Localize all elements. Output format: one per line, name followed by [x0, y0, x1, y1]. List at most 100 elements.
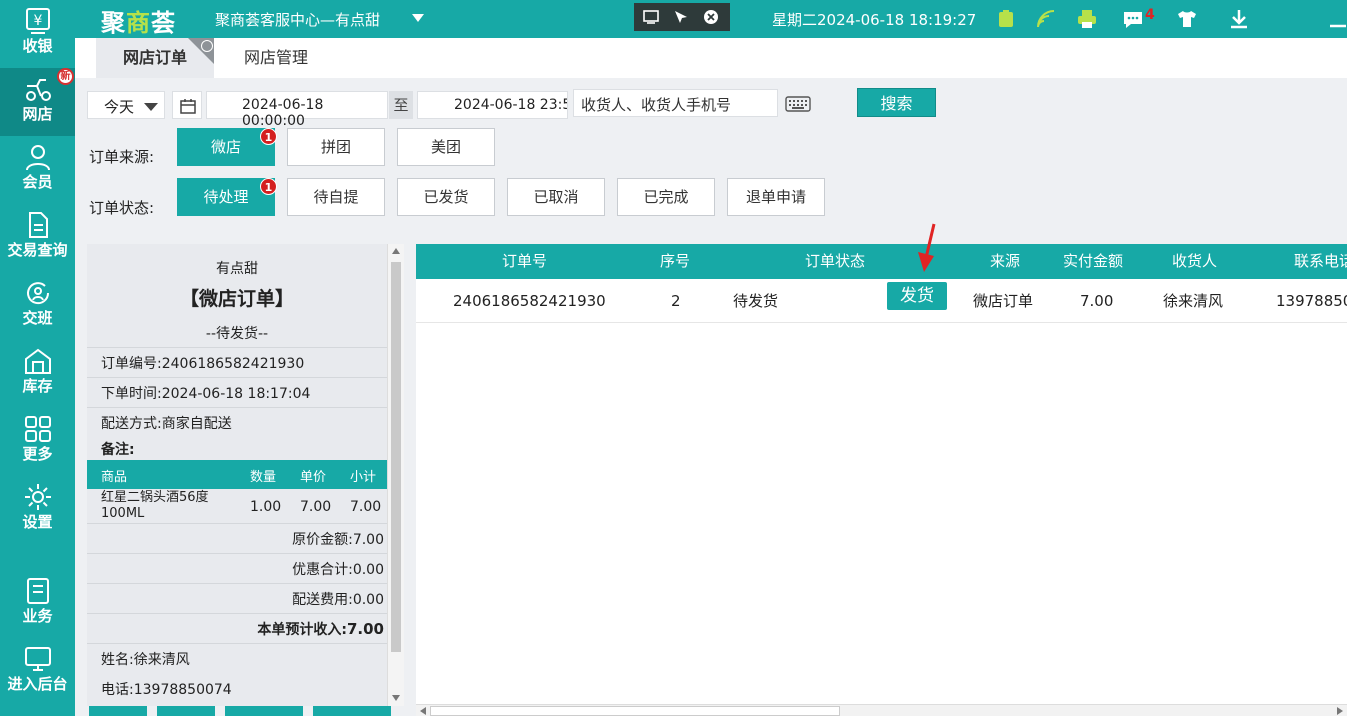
sidebar-item-cashier[interactable]: ¥ 收银	[0, 0, 75, 68]
svg-text:¥: ¥	[33, 13, 42, 29]
sidebar-item-inventory[interactable]: 库存	[0, 340, 75, 408]
order-table: 订单号 序号 订单状态 来源 实付金额 收货人 联系电话 24061865824…	[416, 244, 1347, 706]
action-button[interactable]	[89, 706, 147, 716]
source-weidian-button[interactable]: 微店 1	[177, 128, 277, 166]
col-status: 订单状态	[805, 252, 866, 270]
date-range-select[interactable]: 今天	[87, 91, 165, 119]
scroll-thumb[interactable]	[391, 262, 401, 652]
battery-icon[interactable]	[995, 8, 1017, 30]
search-button[interactable]: 搜索	[857, 88, 936, 117]
screen-icon[interactable]	[642, 8, 660, 26]
source-pintuan-button[interactable]: 拼团	[287, 128, 385, 166]
action-button[interactable]	[313, 706, 391, 716]
action-button[interactable]	[157, 706, 215, 716]
col-item: 商品	[101, 470, 128, 485]
status-pending-button[interactable]: 待处理 1	[177, 178, 277, 216]
cell-source: 微店订单	[973, 292, 1034, 310]
cell-receiver: 徐来清风	[1163, 292, 1224, 310]
table-row[interactable]: 2406186582421930 2 待发货 发货 微店订单 7.00 徐来清风…	[416, 279, 1347, 323]
horizontal-scrollbar[interactable]	[416, 704, 1347, 716]
top-bar: 聚商荟 聚商荟客服中心—有点甜 星期二2024-06-18 18:19:27 4	[75, 0, 1347, 38]
customer-name-row: 姓名:徐来清风	[101, 649, 190, 669]
item-price: 7.00	[300, 499, 332, 515]
sidebar: ¥ 收银 网店 新 会员 交易查询 交班 库存 更多 设置 业务 进入后台	[0, 0, 75, 716]
search-input[interactable]: 收货人、收货人手机号	[573, 89, 778, 117]
sidebar-item-transactions[interactable]: 交易查询	[0, 204, 75, 272]
sidebar-item-member[interactable]: 会员	[0, 136, 75, 204]
sidebar-item-label: 业务	[22, 607, 53, 625]
sidebar-item-backend[interactable]: 进入后台	[0, 638, 75, 706]
scroll-up-icon[interactable]	[392, 248, 400, 254]
end-date-input[interactable]: 2024-06-18 23:59	[417, 91, 568, 119]
col-source: 来源	[990, 252, 1021, 270]
discount-row: 优惠合计:0.00	[292, 559, 384, 579]
minimize-icon[interactable]	[1327, 8, 1347, 30]
sidebar-item-label: 设置	[22, 513, 53, 531]
calendar-button[interactable]	[172, 91, 202, 119]
order-time-label: 下单时间:	[101, 386, 162, 402]
name-label: 姓名:	[101, 652, 134, 668]
scroll-thumb[interactable]	[430, 706, 840, 716]
wifi-icon[interactable]	[1035, 8, 1057, 30]
cell-order-no: 2406186582421930	[453, 292, 606, 310]
col-order-no: 订单号	[502, 252, 548, 270]
status-label: 订单状态:	[89, 199, 155, 217]
end-date-value: 2024-06-18 23:59	[454, 97, 568, 113]
action-button[interactable]	[225, 706, 303, 716]
col-subtotal: 小计	[350, 470, 377, 485]
status-shipped-button[interactable]: 已发货	[397, 178, 495, 216]
monitor-icon	[24, 647, 51, 671]
download-icon[interactable]	[1228, 8, 1250, 30]
shirt-icon[interactable]	[1176, 8, 1198, 30]
order-time-value: 2024-06-18 18:17:04	[161, 386, 311, 402]
name-value: 徐来清风	[133, 652, 190, 668]
tab-online-management[interactable]: 网店管理	[226, 38, 326, 78]
printer-icon[interactable]	[1076, 8, 1098, 30]
message-icon[interactable]	[1122, 8, 1144, 30]
inventory-icon	[24, 348, 51, 374]
sidebar-item-label: 进入后台	[7, 675, 68, 693]
remark-label: 备注:	[101, 442, 135, 458]
delivery-label: 配送方式:	[101, 416, 162, 432]
shift-handover-icon	[26, 282, 49, 305]
col-phone: 联系电话	[1294, 252, 1347, 270]
item-subtotal: 7.00	[350, 499, 382, 515]
status-refund-request-button[interactable]: 退单申请	[727, 178, 825, 216]
count-badge: 1	[260, 178, 277, 195]
divider	[87, 583, 387, 584]
search-placeholder: 收货人、收货人手机号	[581, 96, 732, 114]
keyboard-icon[interactable]	[785, 96, 811, 112]
tab-label: 网店订单	[122, 48, 187, 67]
close-icon[interactable]	[702, 8, 720, 26]
order-no-row: 订单编号:2406186582421930	[101, 353, 304, 373]
business-icon	[26, 578, 49, 604]
sidebar-item-more[interactable]: 更多	[0, 408, 75, 476]
sidebar-item-shift[interactable]: 交班	[0, 272, 75, 340]
income-label: 本单预计收入:	[257, 622, 347, 638]
sidebar-item-settings[interactable]: 设置	[0, 476, 75, 544]
item-qty: 1.00	[250, 499, 282, 515]
chevron-down-icon[interactable]	[412, 14, 424, 22]
status-completed-button[interactable]: 已完成	[617, 178, 715, 216]
source-meituan-button[interactable]: 美团	[397, 128, 495, 166]
scroll-down-icon[interactable]	[392, 695, 400, 701]
tab-label: 网店管理	[243, 48, 308, 67]
status-cancelled-button[interactable]: 已取消	[507, 178, 605, 216]
cursor-icon[interactable]	[672, 8, 690, 26]
scroll-left-icon[interactable]	[420, 707, 426, 715]
order-time-row: 下单时间:2024-06-18 18:17:04	[101, 383, 310, 403]
sidebar-item-business[interactable]: 业务	[0, 570, 75, 638]
scroll-right-icon[interactable]	[1337, 707, 1343, 715]
store-title[interactable]: 聚商荟客服中心—有点甜	[215, 9, 380, 30]
status-self-pickup-button[interactable]: 待自提	[287, 178, 385, 216]
button-label: 微店	[210, 138, 241, 156]
receipt-scrollbar[interactable]	[387, 244, 404, 706]
ship-button[interactable]: 发货	[887, 282, 947, 310]
button-label: 待处理	[203, 188, 249, 206]
start-date-input[interactable]: 2024-06-18 00:00:00	[206, 91, 388, 129]
chevron-down-icon	[144, 103, 158, 111]
sidebar-item-label: 收银	[22, 37, 53, 55]
tab-online-orders[interactable]: 网店订单	[96, 38, 214, 78]
divider	[87, 347, 387, 348]
window-controls	[634, 3, 730, 31]
